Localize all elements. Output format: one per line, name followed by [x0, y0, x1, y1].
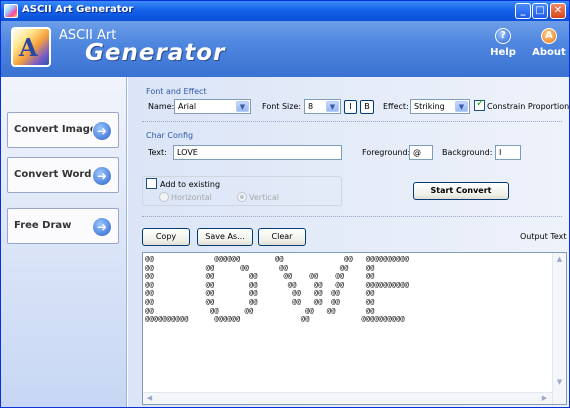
app-window: ASCII Art Generator _ □ ✕ A ASCII Art Ge…	[0, 0, 570, 408]
font-effect-title: Font and Effect	[146, 87, 207, 96]
sidebar-item-label: Convert Word	[14, 169, 92, 180]
scroll-right-icon[interactable]: ▶	[539, 393, 550, 404]
scroll-up-icon[interactable]: ▲	[554, 254, 565, 265]
about-icon: A	[541, 28, 557, 44]
sidebar-item-free-draw[interactable]: Free Draw ➜	[7, 208, 119, 244]
vertical-label: Vertical	[249, 193, 279, 202]
save-as-button[interactable]: Save As...	[197, 228, 253, 246]
font-name-select[interactable]: Arial ▼	[174, 99, 251, 114]
add-to-existing-checkbox[interactable]	[146, 178, 157, 189]
title-bar[interactable]: ASCII Art Generator _ □ ✕	[1, 1, 569, 21]
font-size-label: Font Size:	[262, 102, 302, 111]
maximize-button[interactable]: □	[532, 3, 548, 19]
arrow-right-icon: ➜	[92, 121, 112, 141]
close-button[interactable]: ✕	[550, 3, 566, 19]
chevron-down-icon: ▼	[455, 101, 468, 112]
main-panel: Font and Effect Name: Arial ▼ Font Size:…	[128, 77, 570, 407]
arrow-right-icon: ➜	[92, 217, 112, 237]
vertical-radio[interactable]	[237, 192, 247, 202]
name-label: Name:	[148, 102, 175, 111]
header-banner: A ASCII Art Generator ? Help A About	[1, 21, 569, 77]
help-button[interactable]: ? Help	[483, 28, 523, 58]
output-textarea[interactable]: @@ @@@@@@ @@ @@ @@@@@@@@@@ @@ @@ @@ @@ @…	[142, 252, 567, 405]
copy-button[interactable]: Copy	[142, 228, 190, 246]
font-size-select[interactable]: 8 ▼	[304, 99, 341, 114]
add-to-existing-label: Add to existing	[160, 180, 221, 189]
clear-button[interactable]: Clear	[258, 228, 306, 246]
background-label: Background:	[442, 148, 493, 157]
scroll-down-icon[interactable]: ▼	[554, 377, 565, 388]
char-config-title: Char Config	[146, 131, 194, 140]
horizontal-radio[interactable]	[159, 192, 169, 202]
constrain-proportion-label: Constrain Proportion	[487, 102, 570, 111]
divider	[142, 121, 562, 122]
about-button[interactable]: A About	[529, 28, 569, 58]
chevron-down-icon: ▼	[236, 101, 249, 112]
minimize-button[interactable]: _	[515, 3, 531, 19]
brand-title: Generator	[85, 40, 226, 66]
output-text[interactable]: @@ @@@@@@ @@ @@ @@@@@@@@@@ @@ @@ @@ @@ @…	[145, 254, 409, 324]
scroll-left-icon[interactable]: ◀	[144, 393, 155, 404]
text-input[interactable]: LOVE	[173, 145, 342, 160]
constrain-proportion-checkbox[interactable]	[474, 98, 485, 111]
sidebar-item-label: Convert Image	[14, 124, 97, 135]
vertical-scrollbar[interactable]: ▲ ▼	[552, 253, 566, 404]
sidebar: Convert Image ➜ Convert Word ➜ Free Draw…	[1, 77, 127, 407]
foreground-input[interactable]: @	[409, 145, 433, 160]
chevron-down-icon: ▼	[326, 101, 339, 112]
window-title: ASCII Art Generator	[22, 4, 134, 15]
sidebar-item-convert-image[interactable]: Convert Image ➜	[7, 112, 119, 148]
bold-button[interactable]: B	[360, 100, 374, 114]
background-input[interactable]: I	[495, 145, 521, 160]
arrow-right-icon: ➜	[92, 166, 112, 186]
app-logo: A	[11, 27, 51, 67]
output-text-label: Output Text	[520, 232, 567, 241]
help-icon: ?	[495, 28, 511, 44]
effect-label: Effect:	[383, 102, 409, 111]
sidebar-item-label: Free Draw	[14, 220, 72, 231]
sidebar-item-convert-word[interactable]: Convert Word ➜	[7, 157, 119, 193]
text-label: Text:	[148, 148, 167, 157]
help-label: Help	[490, 47, 516, 58]
divider	[142, 216, 562, 217]
italic-button[interactable]: I	[344, 100, 357, 114]
effect-select[interactable]: Striking ▼	[410, 99, 470, 114]
foreground-label: Foreground:	[362, 148, 411, 157]
horizontal-scrollbar[interactable]: ◀ ▶	[143, 392, 552, 404]
start-convert-button[interactable]: Start Convert	[413, 182, 509, 200]
app-icon	[4, 4, 18, 18]
about-label: About	[532, 47, 566, 58]
horizontal-label: Horizontal	[171, 193, 212, 202]
